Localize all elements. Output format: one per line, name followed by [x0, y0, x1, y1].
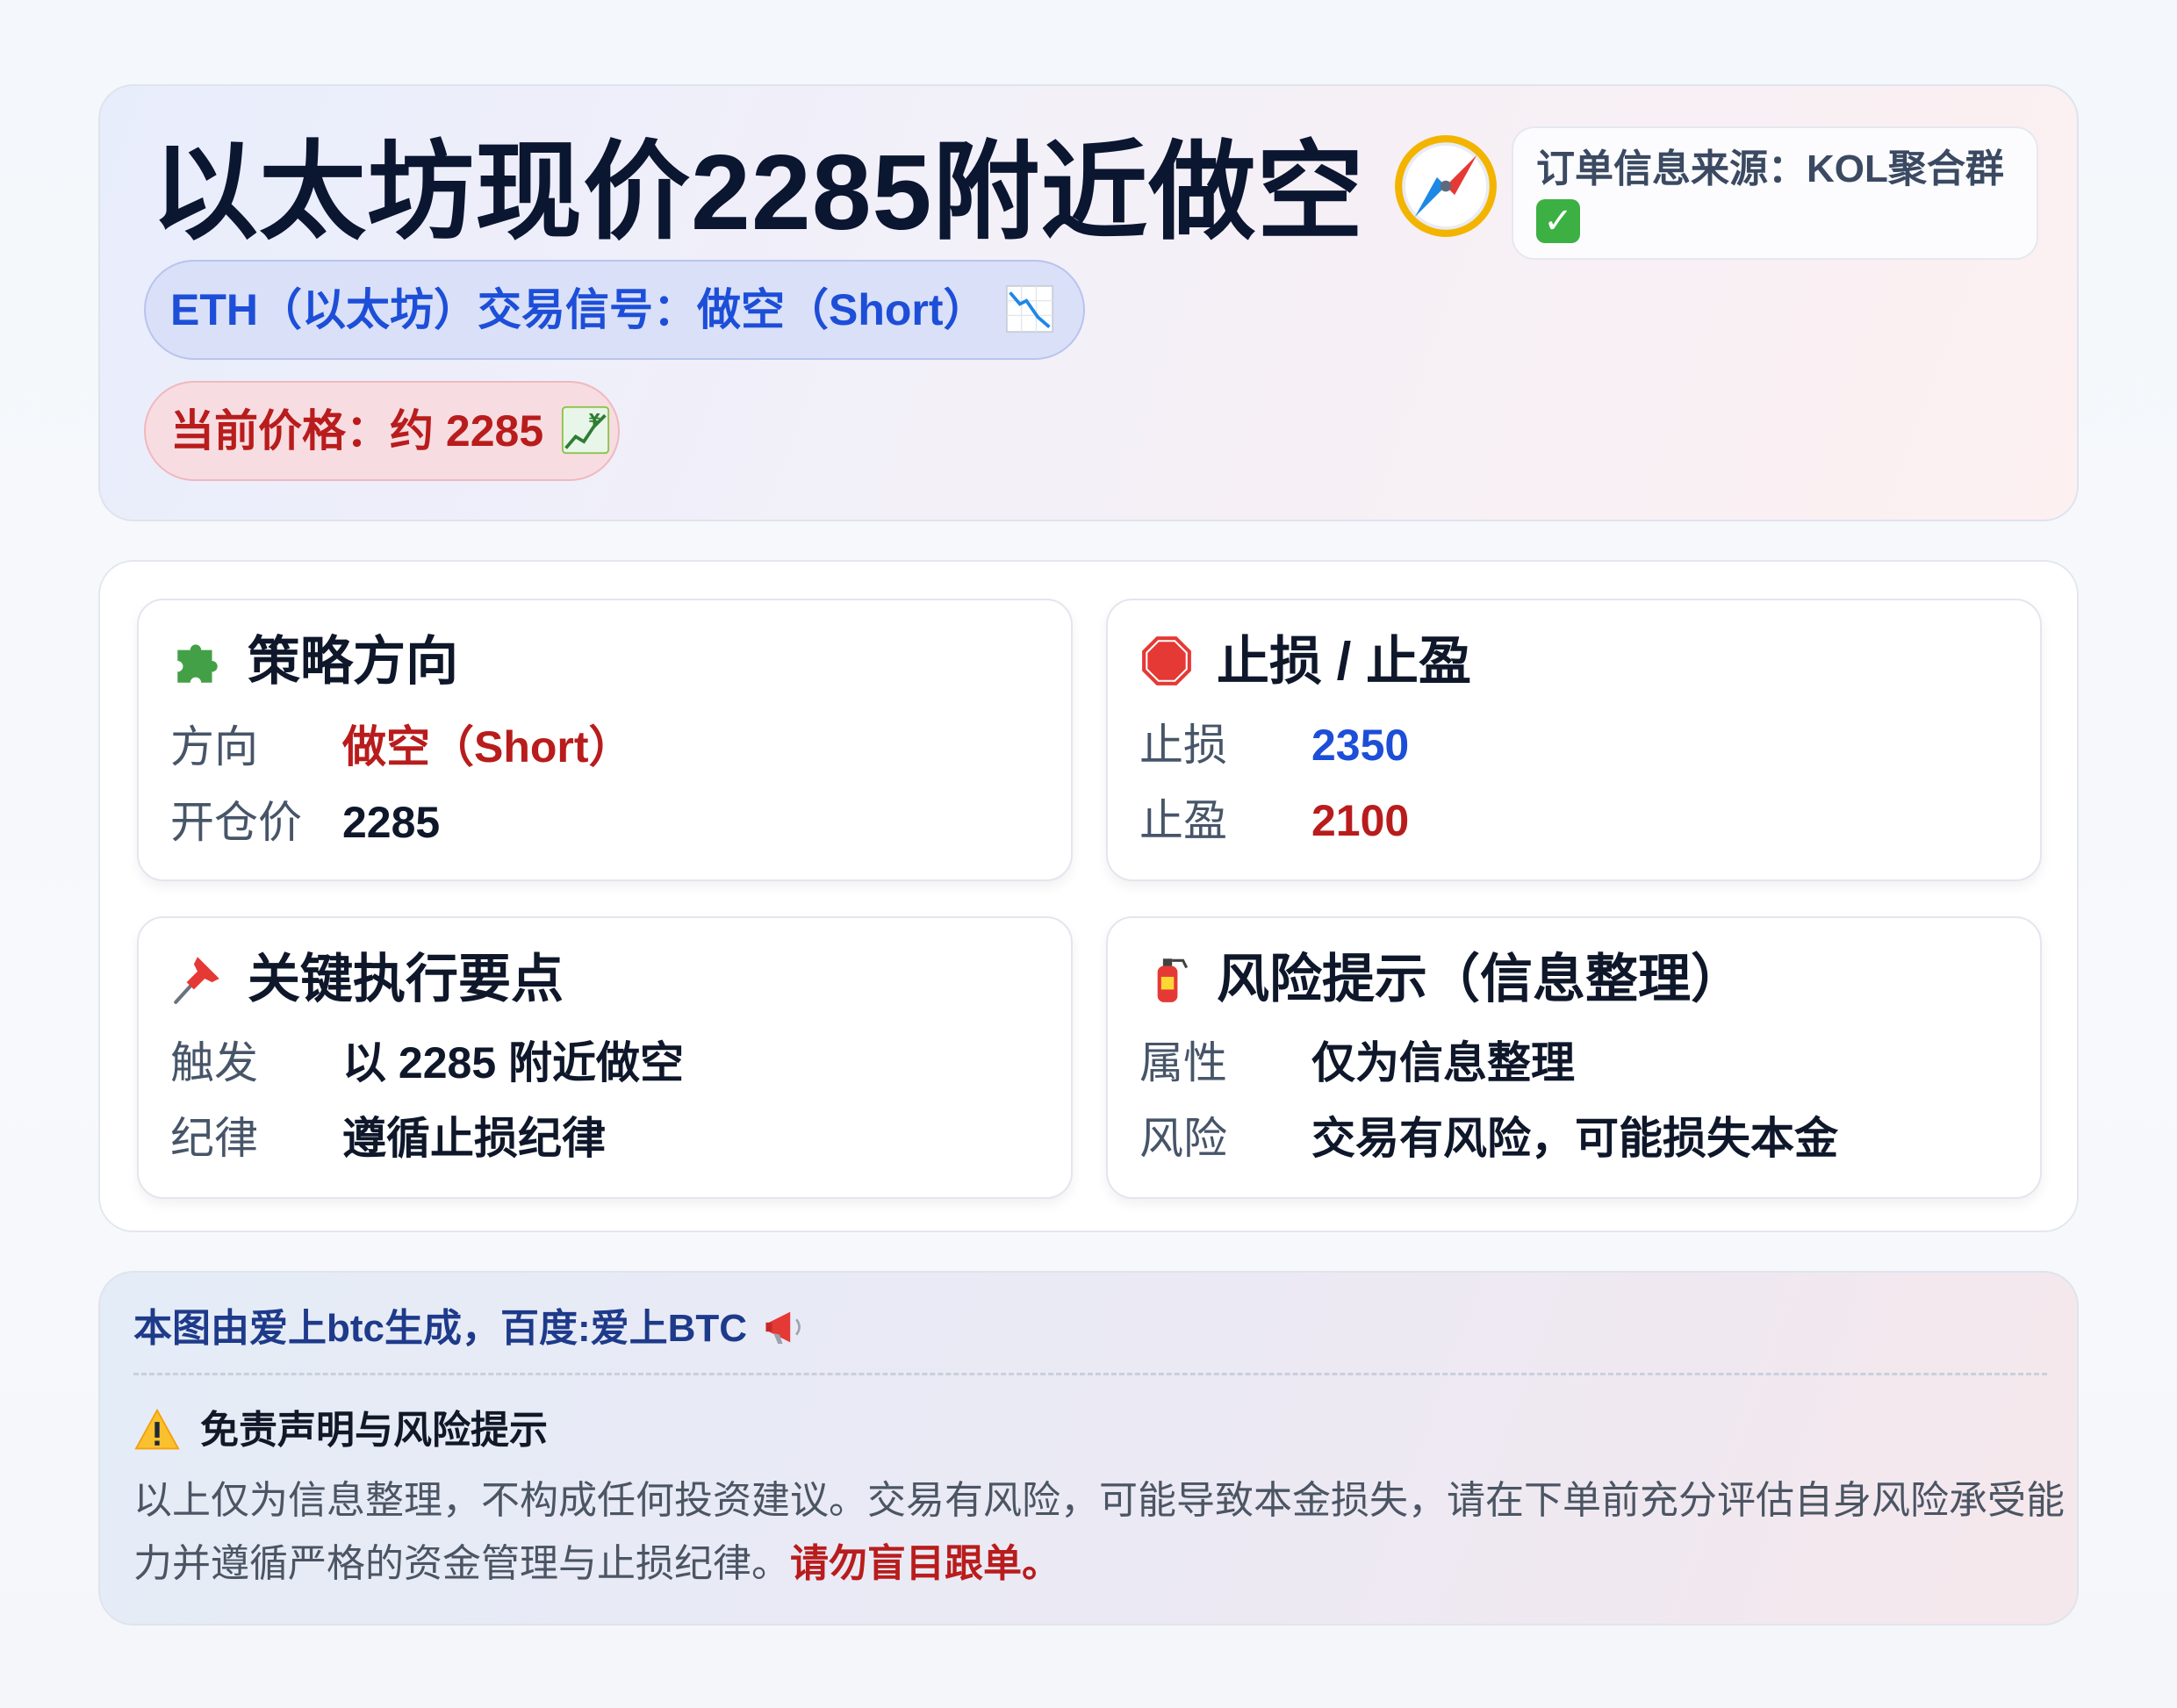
- price-pill-text: 当前价格：约 2285: [170, 406, 544, 456]
- disclaimer-emphasis: 请勿盲目跟单。: [790, 1542, 1060, 1585]
- strategy-row-entry: 开仓价 2285: [170, 798, 441, 847]
- strategy-card: 策略方向 方向 做空（Short） 开仓价 2285: [137, 599, 1073, 881]
- compass-icon: [1395, 135, 1498, 237]
- page-title: 以太坊现价2285附近做空: [151, 126, 1501, 258]
- check-mark-icon: ✓: [1536, 199, 1580, 243]
- page-title-text: 以太坊现价2285附近做空: [151, 133, 1365, 252]
- fire-extinguisher-icon: [1157, 958, 1189, 1002]
- stops-row-stoploss: 止损 2350: [1139, 721, 1410, 770]
- footer-divider: [133, 1373, 2047, 1375]
- footer-panel: 本图由爱上btc生成，百度:爱上BTC 免责声明与风险提示 以上仅为信息整理，不…: [98, 1271, 2079, 1625]
- puzzle-piece-icon: [177, 644, 218, 683]
- cards-panel: 策略方向 方向 做空（Short） 开仓价 2285 止损 / 止盈 止损 2350 …: [98, 560, 2079, 1232]
- stop-sign-icon: [1142, 636, 1191, 685]
- strategy-row-direction: 方向 做空（Short）: [170, 722, 633, 771]
- megaphone-icon: [765, 1311, 801, 1345]
- stops-row-takeprofit: 止盈 2100: [1139, 796, 1410, 845]
- stops-card: 止损 / 止盈 止损 2350 止盈 2100: [1106, 599, 2042, 881]
- order-source-text: 订单信息来源：KOL聚合群: [1536, 147, 2004, 190]
- price-pill: 当前价格：约 2285 ¥: [144, 381, 620, 481]
- chart-increasing-yen-icon: ¥: [562, 405, 610, 455]
- risk-row-warning: 风险 交易有风险，可能损失本金: [1139, 1114, 1838, 1163]
- signal-pill-text: ETH（以太坊）交易信号：做空（Short）: [170, 285, 988, 334]
- risk-row-nature: 属性 仅为信息整理: [1139, 1038, 1575, 1087]
- chart-decreasing-icon: [1005, 284, 1053, 334]
- execution-row-discipline: 纪律 遵循止损纪律: [170, 1114, 606, 1163]
- order-source-box: 订单信息来源：KOL聚合群 ✓: [1512, 126, 2038, 260]
- header-panel: 以太坊现价2285附近做空 订单信息来源：KOL聚合群 ✓ ETH（以太坊）交易…: [98, 84, 2079, 521]
- disclaimer-title: 免责声明与风险提示: [133, 1404, 548, 1457]
- execution-card: 关键执行要点 触发以 2285 附近做空 纪律 遵循止损纪律: [137, 916, 1073, 1199]
- disclaimer-text: 以上仅为信息整理，不构成任何投资建议。交易有风险，可能导致本金损失，请在下单前充…: [133, 1479, 2065, 1585]
- execution-row-trigger: 触发以 2285 附近做空: [170, 1038, 685, 1087]
- footer-credit: 本图由爱上btc生成，百度:爱上BTC: [133, 1303, 808, 1355]
- risk-card: 风险提示（信息整理） 属性 仅为信息整理 风险 交易有风险，可能损失本金: [1106, 916, 2042, 1199]
- risk-card-title: 风险提示（信息整理）: [1139, 944, 1743, 1015]
- signal-pill: ETH（以太坊）交易信号：做空（Short）: [144, 260, 1085, 360]
- pushpin-icon: [174, 957, 219, 1004]
- execution-card-title: 关键执行要点: [170, 944, 564, 1015]
- warning-icon: [134, 1408, 180, 1450]
- svg-text:¥: ¥: [589, 411, 600, 429]
- strategy-card-title: 策略方向: [170, 627, 458, 697]
- stops-card-title: 止损 / 止盈: [1139, 627, 1471, 697]
